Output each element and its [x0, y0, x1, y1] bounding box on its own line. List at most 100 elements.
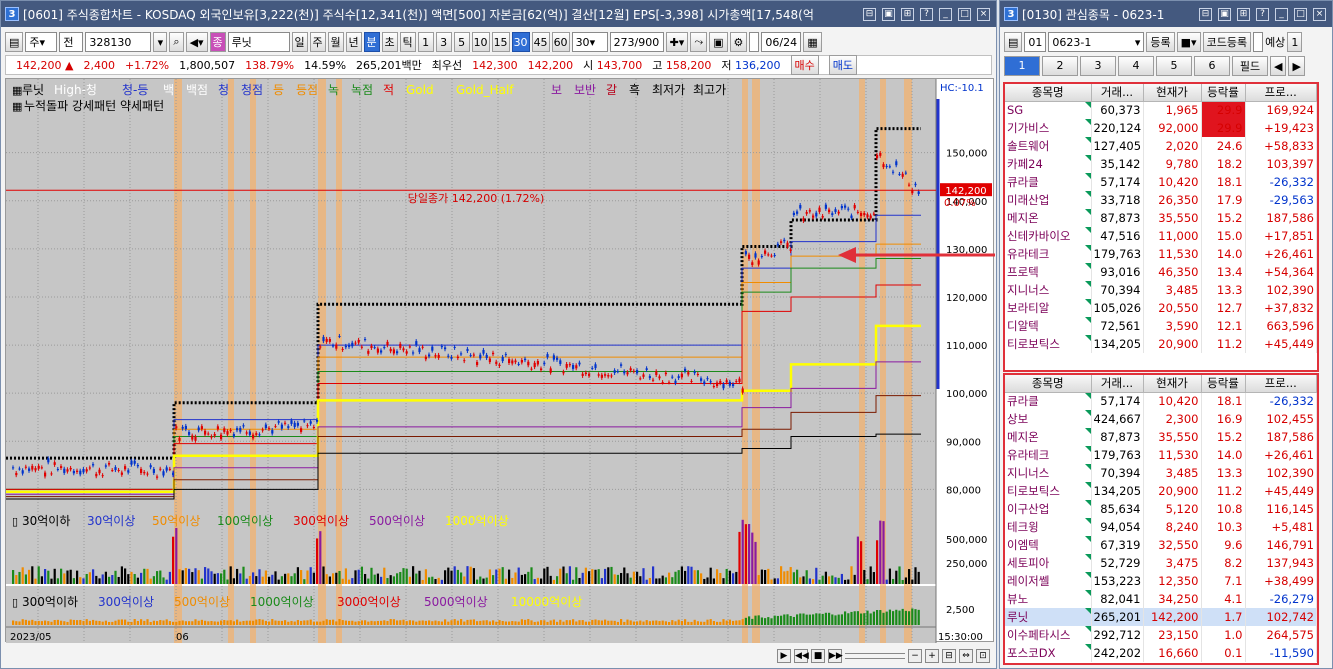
- table-row[interactable]: 솔트웨어 127,405 2,020 24.6 +58,833: [1005, 137, 1317, 155]
- period-minute-button[interactable]: 분: [363, 32, 380, 52]
- link-icon[interactable]: ⊟: [863, 7, 876, 21]
- code-dropdown-icon[interactable]: ▾: [153, 32, 168, 52]
- period-tick-button[interactable]: 틱: [399, 32, 416, 52]
- search-icon[interactable]: ⌕: [169, 32, 184, 52]
- table-row[interactable]: 티로보틱스 134,205 20,900 11.2 +45,449: [1005, 482, 1317, 500]
- period-week-button[interactable]: 주: [309, 32, 326, 52]
- table-row[interactable]: 포스코DX 242,202 16,660 0.1 -11,590: [1005, 644, 1317, 662]
- col-rate[interactable]: 등락률: [1201, 84, 1246, 102]
- table-row[interactable]: 메지온 87,873 35,550 15.2 187,586: [1005, 428, 1317, 446]
- sell-button[interactable]: 매도: [828, 55, 858, 75]
- table-row[interactable]: 루닛 265,201 142,200 1.7 102,742: [1005, 608, 1317, 626]
- minute-3-button[interactable]: 3: [435, 32, 452, 52]
- table-row[interactable]: 신테카바이오 47,516 11,000 15.0 +17,851: [1005, 227, 1317, 245]
- table-row[interactable]: SG 60,373 1,965 29.9 169,924: [1005, 101, 1317, 119]
- save-icon[interactable]: ▣: [709, 32, 728, 52]
- minimize-icon[interactable]: _: [1275, 7, 1288, 21]
- interval-input[interactable]: 30 ▾: [571, 32, 608, 52]
- col-volume[interactable]: 거래...: [1091, 375, 1144, 393]
- rewind-icon[interactable]: ◀◀: [794, 649, 809, 663]
- register-button[interactable]: 등록: [1146, 32, 1175, 52]
- reset-icon[interactable]: ⊟: [942, 649, 956, 663]
- table-row[interactable]: 큐라클 57,174 10,420 18.1 -26,332: [1005, 173, 1317, 191]
- tab-prev-icon[interactable]: ◀: [1270, 56, 1287, 76]
- col-program[interactable]: 프로...: [1245, 84, 1317, 102]
- one-button[interactable]: 1: [1287, 32, 1303, 52]
- scroll-left-icon[interactable]: ▶: [777, 649, 791, 663]
- list-icon[interactable]: ▤: [1004, 32, 1023, 52]
- help-icon[interactable]: ?: [920, 7, 933, 21]
- lock-icon[interactable]: ⊡: [976, 649, 990, 663]
- col-price[interactable]: 현재가: [1143, 84, 1202, 102]
- chart-window-titlebar[interactable]: 3 [0601] 주식종합차트 - KOSDAQ 외국인보유[3,222(천)]…: [1, 1, 996, 27]
- code-register-button[interactable]: 코드등록: [1202, 32, 1252, 52]
- minute-60-button[interactable]: 60: [551, 32, 570, 52]
- col-name[interactable]: 종목명: [1005, 375, 1092, 393]
- table-row[interactable]: 이수페타시스 292,712 23,150 1.0 264,575: [1005, 626, 1317, 644]
- ref-select[interactable]: 전: [59, 32, 84, 52]
- settings-icon[interactable]: ⚙: [729, 32, 748, 52]
- minimize-icon[interactable]: _: [939, 7, 952, 21]
- table-row[interactable]: 기가비스 220,124 92,000 29.9 +19,423: [1005, 119, 1317, 137]
- tab-next-icon[interactable]: ▶: [1288, 56, 1305, 76]
- table-row[interactable]: 티로보틱스 134,205 20,900 11.2 +45,449: [1005, 335, 1317, 353]
- buy-button[interactable]: 매수: [790, 55, 819, 75]
- table-row[interactable]: 테크윙 94,054 8,240 10.3 +5,481: [1005, 518, 1317, 536]
- table-row[interactable]: 큐라클 57,174 10,420 18.1 -26,332: [1005, 392, 1317, 410]
- table-row[interactable]: 보라티알 105,026 20,550 12.7 +37,832: [1005, 299, 1317, 317]
- table-row[interactable]: 미래산업 33,718 26,350 17.9 -29,563: [1005, 191, 1317, 209]
- table-row[interactable]: 유라테크 179,763 11,530 14.0 +26,461: [1005, 446, 1317, 464]
- calendar-icon[interactable]: ▦: [803, 32, 822, 52]
- tab-4[interactable]: 4: [1118, 56, 1154, 76]
- stock-name-field[interactable]: 루닛: [227, 32, 290, 52]
- draw-tool-icon[interactable]: ⤳: [690, 32, 708, 52]
- close-icon[interactable]: ×: [1313, 7, 1326, 21]
- col-price[interactable]: 현재가: [1143, 375, 1202, 393]
- group-no[interactable]: 01: [1024, 32, 1047, 52]
- minute-1-button[interactable]: 1: [417, 32, 434, 52]
- period-month-button[interactable]: 월: [327, 32, 344, 52]
- maximize-icon[interactable]: □: [958, 7, 971, 21]
- period-day-button[interactable]: 일: [291, 32, 308, 52]
- help-icon[interactable]: ?: [1256, 7, 1269, 21]
- date-checkbox[interactable]: [749, 32, 760, 52]
- grid-icon[interactable]: ⊞: [901, 7, 914, 21]
- unit-select[interactable]: 주 ▾: [25, 32, 58, 52]
- minute-5-button[interactable]: 5: [453, 32, 470, 52]
- save-screen-icon[interactable]: ▣: [1218, 7, 1231, 21]
- table-row[interactable]: 카페24 35,142 9,780 18.2 103,397: [1005, 155, 1317, 173]
- table-row[interactable]: 이구산업 85,634 5,120 10.8 116,145: [1005, 500, 1317, 518]
- save-screen-icon[interactable]: ▣: [882, 7, 895, 21]
- forward-icon[interactable]: ▶▶: [828, 649, 843, 663]
- fit-icon[interactable]: ⇔: [959, 649, 973, 663]
- link-icon[interactable]: ⊟: [1199, 7, 1212, 21]
- date-input[interactable]: 06/24: [761, 32, 802, 52]
- group-select[interactable]: 0623-1 ▾: [1048, 32, 1145, 52]
- table-row[interactable]: 레이저쎌 153,223 12,350 7.1 +38,499: [1005, 572, 1317, 590]
- table-row[interactable]: 이엠텍 67,319 32,550 9.6 146,791: [1005, 536, 1317, 554]
- minute-30-button[interactable]: 30: [511, 32, 530, 52]
- table-row[interactable]: 메지온 87,873 35,550 15.2 187,586: [1005, 209, 1317, 227]
- col-volume[interactable]: 거래...: [1091, 84, 1144, 102]
- tab-5[interactable]: 5: [1156, 56, 1192, 76]
- col-name[interactable]: 종목명: [1005, 84, 1092, 102]
- minute-15-button[interactable]: 15: [491, 32, 510, 52]
- field-button[interactable]: 필드: [1232, 56, 1268, 76]
- table-row[interactable]: 지니너스 70,394 3,485 13.3 102,390: [1005, 464, 1317, 482]
- list-icon[interactable]: ▤: [5, 32, 24, 52]
- stock-code-input[interactable]: 328130: [85, 32, 152, 52]
- table-row[interactable]: 지니너스 70,394 3,485 13.3 102,390: [1005, 281, 1317, 299]
- minute-10-button[interactable]: 10: [471, 32, 490, 52]
- table-row[interactable]: 유라테크 179,763 11,530 14.0 +26,461: [1005, 245, 1317, 263]
- table-row[interactable]: 디알텍 72,561 3,590 12.1 663,596: [1005, 317, 1317, 335]
- close-icon[interactable]: ×: [977, 7, 990, 21]
- stock-chart[interactable]: 150,000 140,000 130,000 120,000 110,000 100,0…: [5, 78, 995, 643]
- minute-45-button[interactable]: 45: [531, 32, 550, 52]
- preview-checkbox[interactable]: [1253, 32, 1264, 52]
- crosshair-icon[interactable]: ✚▾: [665, 32, 689, 52]
- maximize-icon[interactable]: □: [1294, 7, 1307, 21]
- col-program[interactable]: 프로...: [1245, 375, 1317, 393]
- table-row[interactable]: 세토피아 52,729 3,475 8.2 137,943: [1005, 554, 1317, 572]
- table-row[interactable]: 프로텍 93,016 46,350 13.4 +54,364: [1005, 263, 1317, 281]
- table-row[interactable]: 상보 424,667 2,300 16.9 102,455: [1005, 410, 1317, 428]
